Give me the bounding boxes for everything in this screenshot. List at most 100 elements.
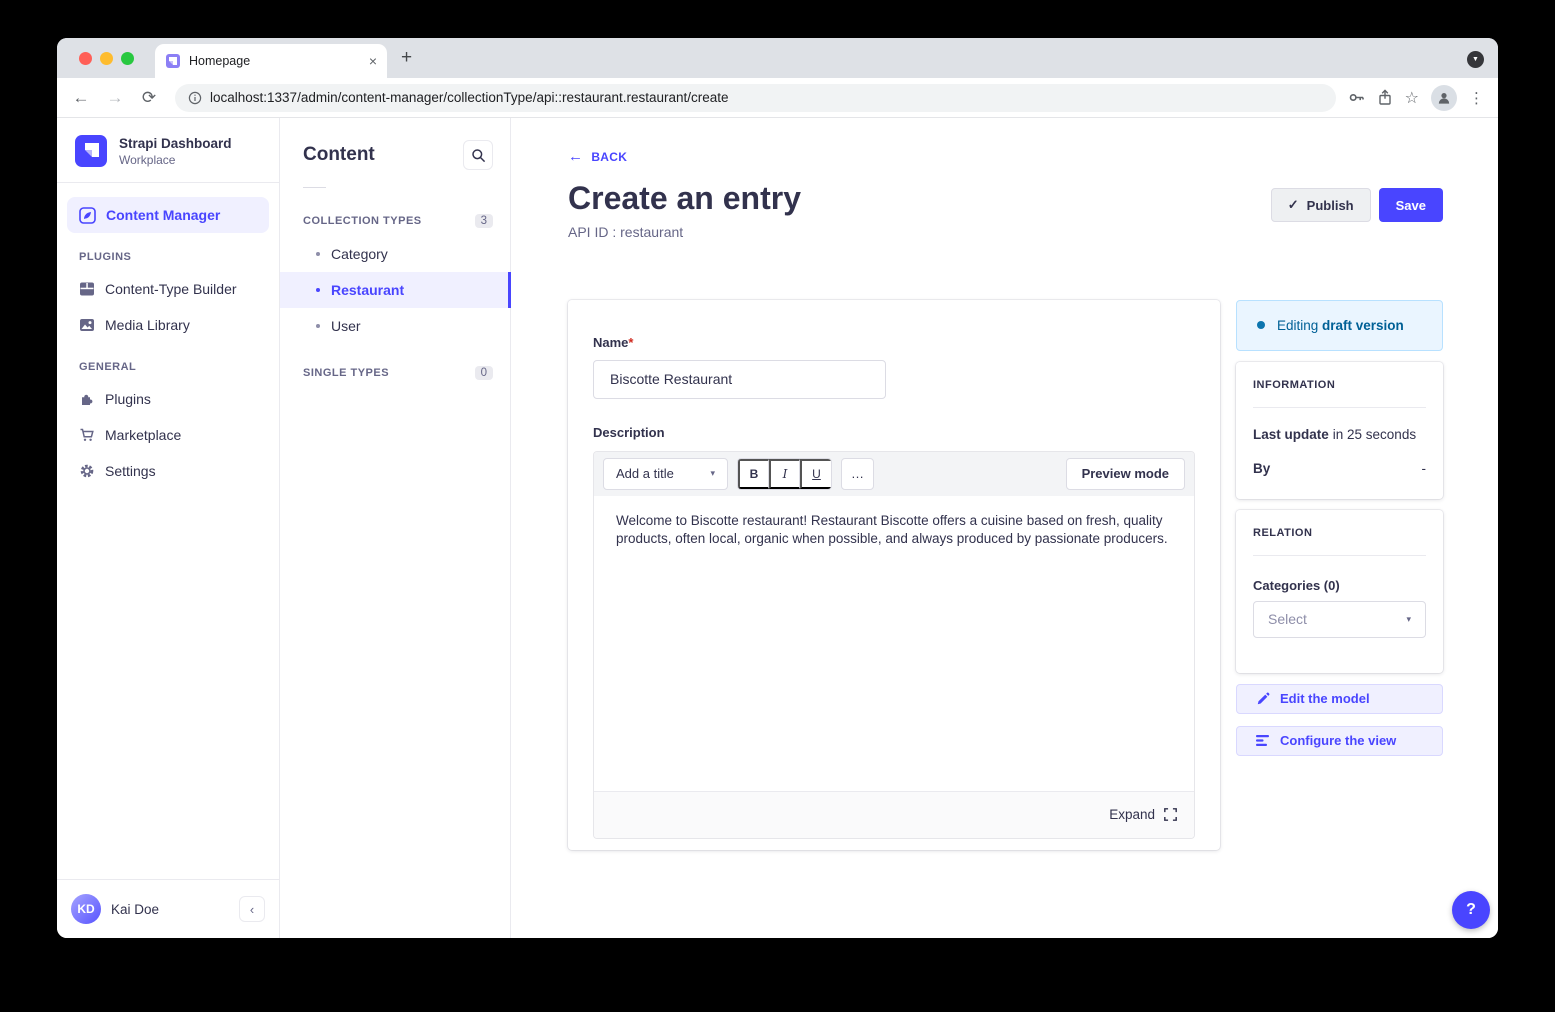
close-tab-icon[interactable]: ×: [369, 53, 377, 69]
publish-button[interactable]: ✓ Publish: [1271, 188, 1371, 222]
sidebar-item-label: Marketplace: [105, 427, 181, 443]
browser-menu-icon[interactable]: ⋮: [1469, 89, 1484, 107]
search-button[interactable]: [463, 140, 493, 170]
window-controls: [79, 52, 134, 65]
page-title: Create an entry: [568, 180, 801, 217]
close-window-button[interactable]: [79, 52, 92, 65]
toolbar-actions: ☆ ⋮: [1348, 85, 1488, 111]
preview-mode-button[interactable]: Preview mode: [1066, 458, 1185, 490]
panel-divider: [303, 187, 326, 188]
chevron-down-icon: ▾: [1406, 614, 1411, 625]
bullet-icon: [316, 252, 320, 256]
sidebar-item-label: Content Manager: [106, 207, 220, 223]
sidebar-item-plugins[interactable]: Plugins: [67, 381, 269, 417]
sidebar-item-label: Media Library: [105, 317, 190, 333]
bold-button[interactable]: B: [738, 459, 769, 489]
strapi-app: Strapi Dashboard Workplace Content Manag…: [57, 118, 1498, 938]
profile-avatar-icon[interactable]: [1431, 85, 1457, 111]
collection-type-label: Restaurant: [331, 282, 404, 298]
configure-view-button[interactable]: Configure the view: [1236, 726, 1443, 756]
entry-side-panel: Editing draft version INFORMATION Last u…: [1236, 300, 1443, 756]
name-input[interactable]: [593, 360, 886, 399]
search-icon: [471, 148, 486, 163]
card-divider: [1253, 555, 1426, 556]
bookmark-star-icon[interactable]: ☆: [1405, 88, 1419, 108]
browser-toolbar: ← → ⟳ localhost:1337/admin/content-manag…: [57, 78, 1498, 118]
rich-text-editor: Add a title ▾ B I U … Preview mode: [593, 451, 1195, 839]
underline-button[interactable]: U: [800, 459, 831, 489]
reload-icon[interactable]: ⟳: [135, 84, 163, 112]
description-text: Welcome to Biscotte restaurant! Restaura…: [616, 512, 1168, 548]
workspace-switcher[interactable]: Strapi Dashboard Workplace: [57, 118, 279, 182]
workspace-name: Workplace: [119, 153, 232, 167]
collection-type-restaurant[interactable]: Restaurant: [280, 272, 510, 308]
main-content: ← BACK Create an entry API ID : restaura…: [511, 118, 1498, 938]
collapse-sidebar-button[interactable]: ‹: [239, 896, 265, 922]
forward-icon[interactable]: →: [101, 84, 129, 112]
back-icon[interactable]: ←: [67, 84, 95, 112]
media-library-icon: [79, 317, 95, 333]
share-icon[interactable]: [1377, 89, 1393, 106]
collection-types-header: COLLECTION TYPES: [303, 215, 422, 227]
sidebar-item-content-manager[interactable]: Content Manager: [67, 197, 269, 233]
strapi-logo-icon: [75, 135, 107, 167]
settings-gear-icon: [79, 463, 95, 479]
entry-form-card: Name* Description Add a title ▾: [568, 300, 1220, 850]
tab-strip: Homepage × + ▼: [57, 38, 1498, 78]
new-tab-button[interactable]: +: [401, 49, 412, 67]
pencil-icon: [1256, 692, 1270, 706]
relation-card: RELATION Categories (0) Select ▾: [1236, 510, 1443, 673]
help-button[interactable]: ?: [1452, 891, 1490, 929]
bullet-icon: [316, 288, 320, 292]
browser-tab[interactable]: Homepage ×: [155, 44, 387, 78]
last-update-row: Last updatein 25 seconds: [1253, 427, 1426, 442]
more-options-button[interactable]: …: [841, 458, 874, 490]
browser-status-chip-icon[interactable]: ▼: [1467, 51, 1484, 68]
bullet-icon: [316, 324, 320, 328]
information-title: INFORMATION: [1253, 362, 1426, 391]
save-button[interactable]: Save: [1379, 188, 1443, 222]
by-row: By -: [1253, 461, 1426, 476]
name-field-label: Name*: [593, 335, 633, 350]
sidebar-item-label: Settings: [105, 463, 156, 479]
editor-footer: Expand: [594, 791, 1194, 838]
panel-title: Content: [303, 144, 375, 166]
single-types-header: SINGLE TYPES: [303, 367, 389, 379]
sidebar-item-settings[interactable]: Settings: [67, 453, 269, 489]
avatar: KD: [71, 894, 101, 924]
sidebar-item-marketplace[interactable]: Marketplace: [67, 417, 269, 453]
minimize-window-button[interactable]: [100, 52, 113, 65]
url-text: localhost:1337/admin/content-manager/col…: [210, 90, 729, 105]
sidebar-item-content-type-builder[interactable]: Content-Type Builder: [67, 271, 269, 307]
edit-model-button[interactable]: Edit the model: [1236, 684, 1443, 714]
categories-select[interactable]: Select ▾: [1253, 601, 1426, 638]
sidebar-item-label: Content-Type Builder: [105, 281, 237, 297]
content-manager-feather-icon: [79, 207, 96, 224]
back-arrow-icon: ←: [568, 148, 583, 165]
back-link[interactable]: ← BACK: [568, 148, 627, 165]
site-info-icon[interactable]: [188, 91, 202, 105]
user-profile[interactable]: KD Kai Doe ‹: [57, 879, 279, 938]
user-name: Kai Doe: [111, 902, 229, 917]
app-name: Strapi Dashboard: [119, 136, 232, 151]
chevron-down-icon: ▾: [710, 468, 715, 479]
check-icon: ✓: [1288, 197, 1299, 213]
collection-type-category[interactable]: Category: [280, 236, 510, 272]
content-type-builder-icon: [79, 281, 95, 297]
maximize-window-button[interactable]: [121, 52, 134, 65]
tab-title: Homepage: [189, 54, 369, 68]
address-bar[interactable]: localhost:1337/admin/content-manager/col…: [175, 84, 1336, 112]
collection-type-user[interactable]: User: [280, 308, 510, 344]
status-dot-icon: [1257, 321, 1265, 329]
collection-type-label: Category: [331, 246, 388, 262]
password-key-icon[interactable]: [1348, 89, 1365, 106]
italic-button[interactable]: I: [769, 459, 800, 489]
sidebar-item-media-library[interactable]: Media Library: [67, 307, 269, 343]
add-title-dropdown[interactable]: Add a title ▾: [603, 458, 728, 490]
description-textarea[interactable]: Welcome to Biscotte restaurant! Restaura…: [594, 496, 1194, 791]
format-button-group: B I U: [737, 458, 832, 490]
collection-type-label: User: [331, 318, 361, 334]
strapi-favicon-icon: [165, 53, 181, 69]
api-id-subtitle: API ID : restaurant: [568, 224, 801, 240]
expand-icon[interactable]: [1164, 808, 1177, 821]
